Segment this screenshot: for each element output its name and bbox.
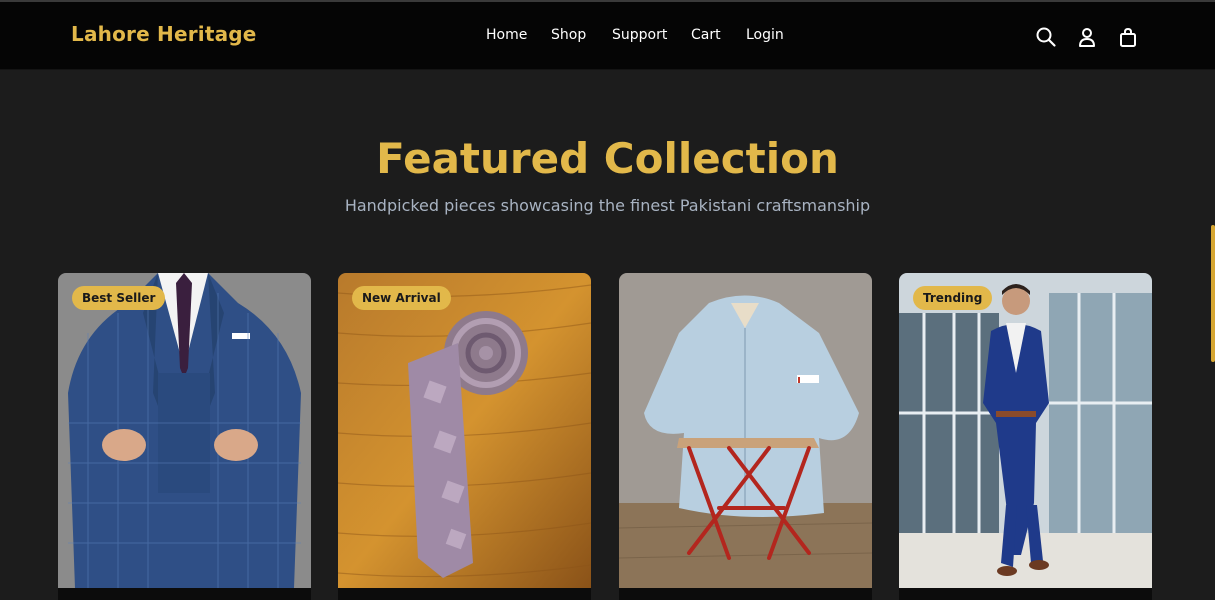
nav-link-support[interactable]: Support: [612, 27, 667, 43]
product-badge: Best Seller: [72, 286, 166, 310]
nav-link-cart[interactable]: Cart: [691, 27, 721, 43]
product-card[interactable]: Best Seller: [58, 273, 311, 600]
nav-link-home[interactable]: Home: [486, 27, 527, 43]
top-navbar: Lahore Heritage Home Shop Support Cart L…: [0, 0, 1215, 70]
section-title: Featured Collection: [376, 134, 839, 183]
card-footer: [619, 588, 872, 600]
nav-link-login[interactable]: Login: [746, 27, 784, 43]
section-subtitle: Handpicked pieces showcasing the finest …: [344, 196, 871, 215]
blue-check-suit-photo: [58, 273, 311, 588]
shopping-bag-icon[interactable]: [1117, 26, 1139, 48]
card-footer: [338, 588, 591, 600]
card-footer: [58, 588, 311, 600]
purple-necktie-photo: [338, 273, 591, 588]
main-nav: Home Shop Support Cart Login: [0, 27, 1215, 47]
user-icon[interactable]: [1076, 26, 1098, 48]
page-scrollbar-thumb[interactable]: [1211, 225, 1215, 362]
search-icon[interactable]: [1035, 26, 1057, 48]
product-card[interactable]: Trending: [899, 273, 1152, 600]
product-badge: New Arrival: [352, 286, 451, 310]
product-card[interactable]: [619, 273, 872, 600]
product-badge: Trending: [913, 286, 993, 310]
navy-suit-model-photo: [899, 273, 1152, 588]
product-card[interactable]: New Arrival: [338, 273, 591, 600]
nav-link-shop[interactable]: Shop: [551, 27, 586, 43]
light-blue-shirt-on-stool-photo: [619, 273, 872, 588]
card-footer: [899, 588, 1152, 600]
